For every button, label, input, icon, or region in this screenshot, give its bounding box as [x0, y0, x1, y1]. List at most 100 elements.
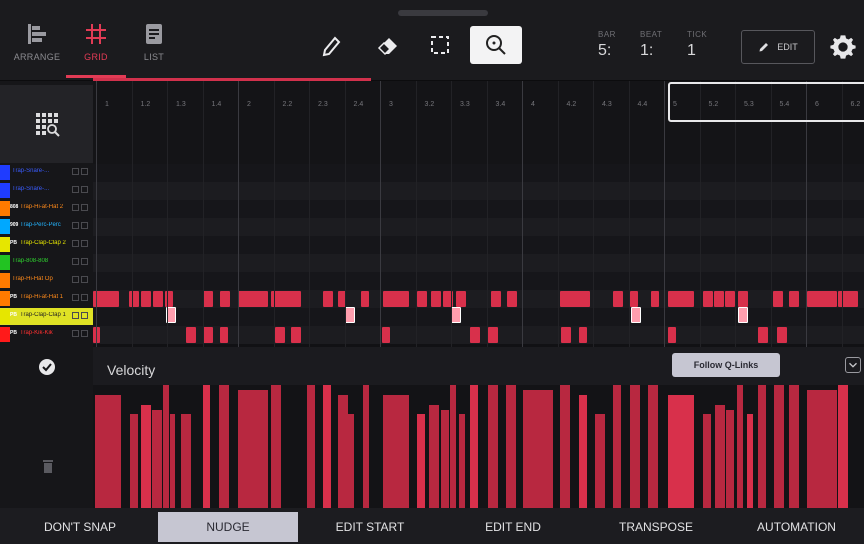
note-event[interactable]: [789, 291, 799, 307]
note-lane[interactable]: [93, 182, 864, 200]
velocity-bar[interactable]: [238, 390, 268, 508]
note-event[interactable]: [345, 307, 355, 323]
note-event[interactable]: [773, 291, 783, 307]
velocity-bar[interactable]: [181, 414, 191, 508]
track-row[interactable]: PB Trap-Kik-Kik: [0, 326, 93, 343]
note-event[interactable]: [491, 291, 501, 307]
note-event[interactable]: [507, 291, 517, 307]
velocity-bar[interactable]: [560, 385, 570, 508]
track-row[interactable]: 909 Trap-Perc-Perc: [0, 218, 93, 235]
note-event[interactable]: [153, 291, 163, 307]
note-event[interactable]: [431, 291, 441, 307]
grid-zoom-button[interactable]: [0, 85, 93, 163]
velocity-bar[interactable]: [737, 385, 743, 508]
velocity-bar[interactable]: [774, 385, 784, 508]
note-event[interactable]: [631, 307, 641, 323]
velocity-bar[interactable]: [523, 390, 553, 508]
velocity-bar[interactable]: [203, 385, 210, 508]
velocity-bar[interactable]: [838, 385, 848, 508]
track-solo-toggle[interactable]: [81, 294, 88, 301]
note-lane[interactable]: [93, 254, 864, 272]
velocity-bar[interactable]: [219, 385, 229, 508]
ruler-selection-box[interactable]: [668, 82, 864, 122]
velocity-bar[interactable]: [703, 414, 711, 508]
velocity-bar[interactable]: [758, 385, 766, 508]
tab-list[interactable]: LIST: [124, 18, 184, 78]
note-event[interactable]: [807, 291, 837, 307]
check-circle-icon[interactable]: [38, 358, 56, 376]
note-event[interactable]: [651, 291, 659, 307]
velocity-bar[interactable]: [715, 405, 725, 508]
track-row[interactable]: Trap-Snare-...: [0, 182, 93, 199]
track-solo-toggle[interactable]: [81, 222, 88, 229]
velocity-bar[interactable]: [470, 385, 478, 508]
velocity-bar[interactable]: [630, 385, 640, 508]
trash-icon[interactable]: [42, 459, 54, 473]
note-event[interactable]: [738, 291, 748, 307]
zoom-tool-button[interactable]: [470, 26, 522, 64]
note-lane[interactable]: [93, 218, 864, 236]
note-event[interactable]: [129, 291, 139, 307]
chevron-down-icon[interactable]: [845, 357, 861, 373]
note-event[interactable]: [668, 327, 676, 343]
note-event[interactable]: [668, 291, 694, 307]
note-event[interactable]: [579, 327, 587, 343]
note-event[interactable]: [725, 291, 735, 307]
track-row[interactable]: Trap-Hi-Hat Op: [0, 272, 93, 289]
track-mute-toggle[interactable]: [72, 330, 79, 337]
edit-end-button[interactable]: EDIT END: [443, 512, 583, 542]
note-event[interactable]: [275, 327, 285, 343]
note-event[interactable]: [382, 327, 390, 343]
track-solo-toggle[interactable]: [81, 186, 88, 193]
velocity-bar[interactable]: [363, 385, 369, 508]
track-mute-toggle[interactable]: [72, 258, 79, 265]
note-event[interactable]: [560, 291, 590, 307]
note-event[interactable]: [451, 307, 461, 323]
track-solo-toggle[interactable]: [81, 276, 88, 283]
note-event[interactable]: [220, 291, 230, 307]
velocity-bar[interactable]: [506, 385, 516, 508]
note-lane[interactable]: [93, 308, 864, 326]
track-row[interactable]: 808 Trap-Hi-at-Hat 2: [0, 200, 93, 217]
note-event[interactable]: [361, 291, 369, 307]
note-event[interactable]: [141, 291, 151, 307]
note-event[interactable]: [417, 291, 427, 307]
track-row[interactable]: PB Trap-Clap-Clap 1: [0, 308, 93, 325]
note-event[interactable]: [238, 291, 268, 307]
velocity-bar[interactable]: [323, 385, 331, 508]
follow-qlinks-button[interactable]: Follow Q-Links: [672, 353, 780, 377]
velocity-bar[interactable]: [579, 395, 587, 508]
velocity-bar[interactable]: [141, 405, 151, 508]
velocity-bar[interactable]: [130, 414, 138, 508]
eraser-tool-button[interactable]: [362, 26, 414, 64]
velocity-bar[interactable]: [450, 385, 456, 508]
note-event[interactable]: [561, 327, 571, 343]
bar-value[interactable]: 5:: [598, 42, 632, 60]
velocity-bar[interactable]: [488, 385, 498, 508]
note-event[interactable]: [703, 291, 713, 307]
automation-button[interactable]: AUTOMATION: [729, 512, 864, 542]
dont-snap-button[interactable]: DON'T SNAP: [10, 512, 150, 542]
gear-icon[interactable]: [829, 33, 857, 61]
velocity-bar[interactable]: [163, 385, 169, 508]
drag-handle[interactable]: [398, 10, 488, 16]
velocity-bar[interactable]: [429, 405, 439, 508]
tick-value[interactable]: 1: [687, 42, 721, 60]
note-event[interactable]: [613, 291, 623, 307]
velocity-bar[interactable]: [383, 395, 409, 508]
velocity-bar[interactable]: [613, 385, 621, 508]
velocity-bar[interactable]: [170, 414, 175, 508]
note-event[interactable]: [383, 291, 409, 307]
track-mute-toggle[interactable]: [72, 168, 79, 175]
track-mute-toggle[interactable]: [72, 294, 79, 301]
note-event[interactable]: [758, 327, 768, 343]
select-tool-button[interactable]: [414, 26, 466, 64]
track-row[interactable]: Trap-Snare-...: [0, 164, 93, 181]
note-event[interactable]: [323, 291, 333, 307]
velocity-bar[interactable]: [668, 395, 694, 508]
velocity-bar[interactable]: [307, 385, 315, 508]
note-event[interactable]: [630, 291, 638, 307]
note-lane[interactable]: [93, 164, 864, 182]
velocity-bar[interactable]: [595, 414, 605, 508]
track-solo-toggle[interactable]: [81, 258, 88, 265]
